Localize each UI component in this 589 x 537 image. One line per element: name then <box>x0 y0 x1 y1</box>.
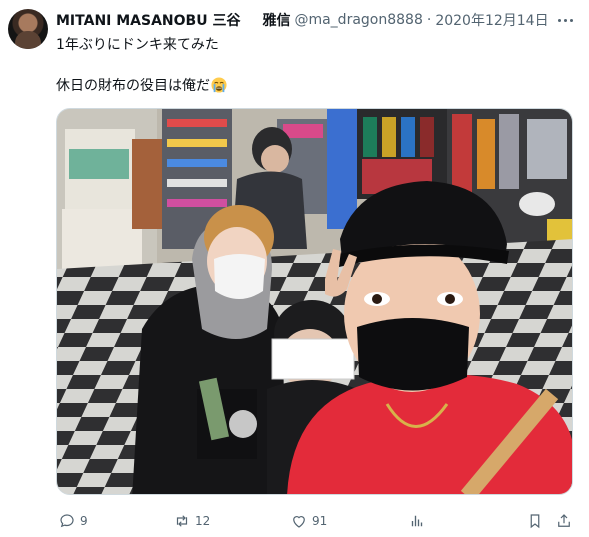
tweet-text-line-1: 1年ぶりにドンキ来てみた <box>56 37 219 53</box>
author-handle[interactable]: @ma_dragon8888 <box>294 12 422 28</box>
like-button[interactable]: 91 <box>290 510 327 532</box>
views-icon <box>411 515 423 527</box>
store-selfie-photo <box>57 109 572 494</box>
tweet-header: MITANI MASANOBU 三谷 雅信 @ma_dragon8888 · 2… <box>56 10 549 30</box>
share-button[interactable] <box>555 510 577 532</box>
share-icon <box>558 514 570 527</box>
retweet-button[interactable]: 12 <box>173 510 210 532</box>
more-icon[interactable] <box>551 12 579 28</box>
views-button[interactable] <box>408 510 430 532</box>
retweet-count: 12 <box>195 514 211 528</box>
like-count: 91 <box>312 514 328 528</box>
crying-face-emoji <box>211 77 227 93</box>
author-name-suffix[interactable]: 雅信 <box>262 10 290 30</box>
tweet-date[interactable]: 2020年12月14日 <box>435 10 548 30</box>
tweet-actions: 9 12 91 <box>0 510 589 532</box>
tweet-photo[interactable] <box>56 108 573 495</box>
tweet-text-line-2: 休日の財布の役目は俺だ <box>56 76 227 96</box>
avatar[interactable] <box>8 9 48 49</box>
reply-count: 9 <box>80 514 88 528</box>
header-separator: · <box>426 12 432 28</box>
heart-icon <box>293 516 305 528</box>
tweet-text-line-2-content: 休日の財布の役目は俺だ <box>56 78 210 94</box>
reply-button[interactable]: 9 <box>58 510 88 532</box>
tweet-card: MITANI MASANOBU 三谷 雅信 @ma_dragon8888 · 2… <box>0 0 589 537</box>
bookmark-button[interactable] <box>526 510 548 532</box>
bookmark-icon <box>530 514 540 529</box>
author-name[interactable]: MITANI MASANOBU 三谷 <box>56 10 240 30</box>
reply-icon <box>60 514 74 528</box>
retweet-icon <box>176 515 188 527</box>
